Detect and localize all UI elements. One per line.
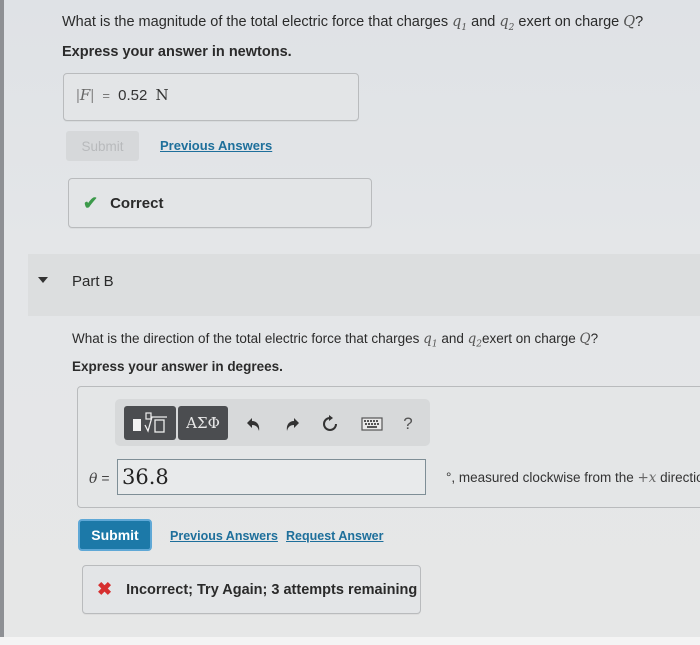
q2-symbol: q2	[499, 14, 515, 33]
and-text: and	[467, 14, 500, 30]
question-text-end: exert on charge	[514, 14, 624, 30]
greek-symbols-button[interactable]: ΑΣΦ	[178, 406, 228, 440]
check-icon: ✔	[83, 192, 99, 213]
and-text: and	[437, 331, 468, 346]
answer-variable: F	[79, 86, 91, 104]
redo-icon	[286, 418, 299, 431]
undo-icon	[247, 418, 260, 431]
unit-suffix-text: °, measured clockwise from the	[446, 470, 638, 485]
part-b-instruction: Express your answer in degrees.	[72, 359, 283, 374]
feedback-text: Incorrect; Try Again; 3 attempts remaini…	[126, 581, 418, 598]
help-button[interactable]: ?	[400, 412, 416, 436]
request-answer-link[interactable]: Request Answer	[286, 529, 383, 543]
reset-button[interactable]	[318, 412, 342, 436]
part-b-header[interactable]	[28, 254, 700, 316]
templates-button[interactable]	[124, 406, 176, 440]
x-icon: ✖	[97, 579, 113, 599]
keyboard-icon	[361, 417, 383, 431]
part-b-submit-button[interactable]: Submit	[78, 519, 152, 551]
q1-symbol: q1	[452, 14, 468, 33]
bottom-edge	[0, 637, 700, 645]
equals-sign: =	[101, 470, 110, 486]
part-b-question: What is the direction of the total elect…	[72, 331, 598, 350]
answer-value: 0.52	[118, 87, 148, 104]
part-a-previous-answers-link[interactable]: Previous Answers	[160, 138, 272, 153]
part-a-submit-button: Submit	[66, 131, 139, 161]
part-b-previous-answers-link[interactable]: Previous Answers	[170, 529, 278, 543]
answer-unit: N	[155, 86, 169, 104]
undo-button[interactable]	[243, 412, 265, 436]
question-text: What is the direction of the total elect…	[72, 331, 424, 346]
theta-symbol: θ	[89, 471, 98, 487]
part-b-feedback: ✖ Incorrect; Try Again; 3 attempts remai…	[82, 565, 421, 614]
fraction-root-templates-icon	[133, 412, 167, 433]
part-b-title[interactable]: Part B	[72, 273, 114, 290]
part-a-question: What is the magnitude of the total elect…	[62, 14, 643, 33]
question-mark: ?	[635, 14, 644, 30]
q1-symbol: q1	[423, 331, 438, 350]
part-a-instruction: Express your answer in newtons.	[62, 44, 292, 60]
equals-sign: =	[102, 88, 110, 103]
question-text-end: exert on charge	[481, 331, 580, 346]
plus-sign: +	[637, 470, 649, 486]
Q-symbol: Q	[623, 14, 636, 30]
part-a-feedback: ✔ Correct	[68, 178, 372, 228]
redo-button[interactable]	[281, 412, 303, 436]
theta-answer-input[interactable]	[117, 459, 426, 495]
unit-suffix: °, measured clockwise from the +x direct…	[446, 470, 700, 486]
Q-symbol: Q	[579, 331, 591, 347]
theta-label: θ =	[89, 470, 110, 487]
part-a-answer: |F| = 0.52 N	[76, 86, 169, 104]
reset-icon	[323, 415, 337, 431]
question-text: What is the magnitude of the total elect…	[62, 14, 453, 30]
feedback-text: Correct	[110, 194, 164, 212]
unit-suffix-end: directio	[656, 470, 700, 485]
collapse-caret-icon[interactable]	[38, 277, 48, 283]
window-edge	[0, 0, 4, 645]
question-mark: ?	[590, 331, 599, 346]
keyboard-button[interactable]	[359, 412, 385, 436]
q2-symbol: q2	[467, 331, 482, 350]
